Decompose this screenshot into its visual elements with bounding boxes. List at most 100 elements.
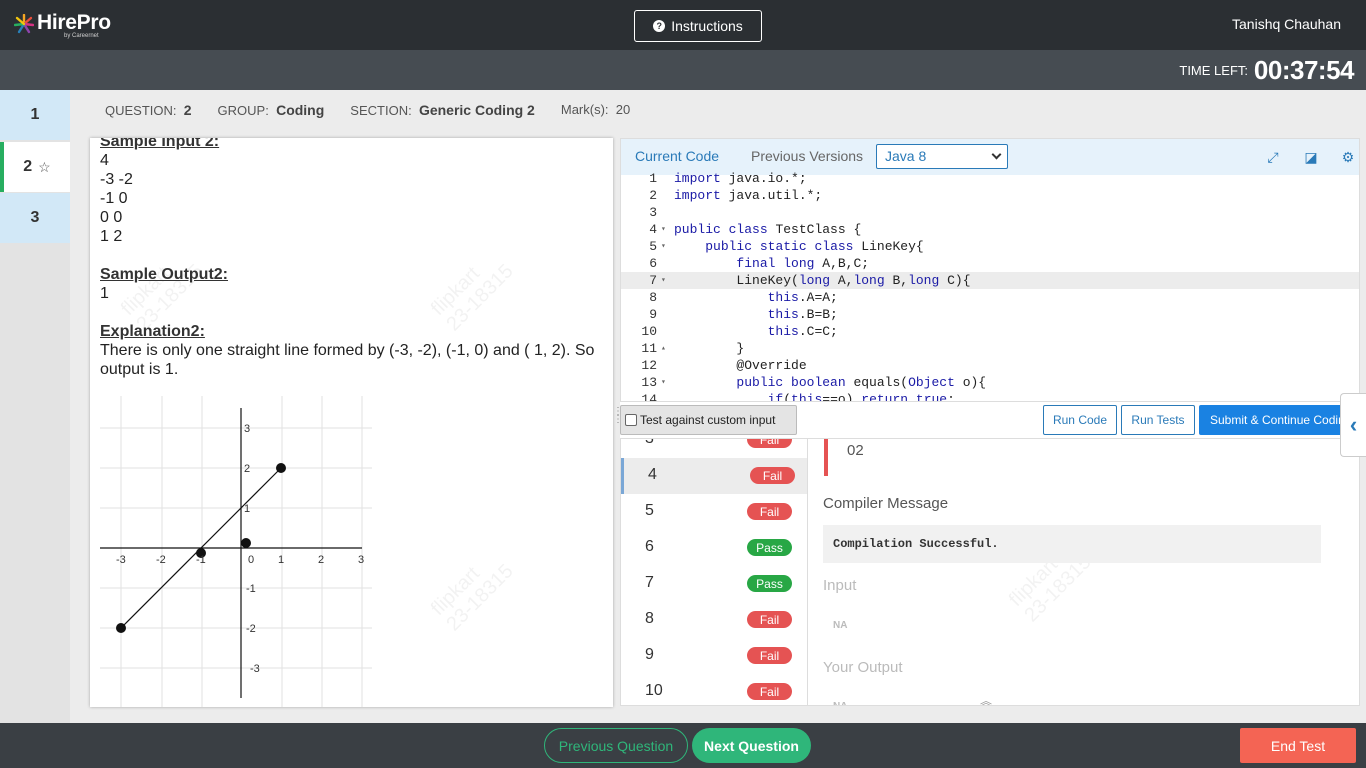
code-line[interactable]: 1 import java.io.*; [621,170,1359,187]
problem-text: Sample Input 2: 4 -3 -2 -1 0 0 0 1 2 Sam… [100,138,605,379]
collapse-panel-tab[interactable]: ‹ [1340,393,1366,457]
code-text: public class TestClass { [674,222,862,237]
test-results-panel: 3 Fail 4 Fail 5 Fail 6 Pass 7 Pass 8 Fail 9 Fail 10 Fai… [620,438,1360,706]
line-number: 2 [649,188,657,203]
tab-previous-versions[interactable]: Previous Versions [751,148,863,164]
fold-icon[interactable]: ▾ [661,374,669,391]
x-tick: -2 [156,554,166,566]
code-line[interactable]: 10 this.C=C; [621,323,1359,340]
code-text: } [674,341,745,356]
code-line[interactable]: 9 this.B=B; [621,306,1359,323]
sample-input-line: -1 0 [100,190,128,207]
x-tick: 0 [248,554,254,566]
point [276,463,286,473]
fold-icon[interactable]: ▴ [661,340,669,357]
watermark-line: 23-18315 [442,560,518,636]
testcase-item[interactable]: 3 Fail [621,439,807,458]
problem-statement-panel[interactable]: flipkart 23-18315 flipkart 23-18315 flip… [90,138,613,707]
code-line[interactable]: 2 import java.util.*; [621,187,1359,204]
testcase-item[interactable]: 8 Fail [621,602,807,638]
previous-question-button[interactable]: Previous Question [544,728,688,763]
end-test-button[interactable]: End Test [1240,728,1356,763]
line-number: 6 [649,256,657,271]
your-output-value: NA [833,701,847,705]
watermark-line: flipkart [426,562,485,620]
y-tick: 3 [244,423,250,435]
language-select[interactable]: Java 8 [876,144,1008,169]
testcase-list[interactable]: 3 Fail 4 Fail 5 Fail 6 Pass 7 Pass 8 Fail 9 Fail 10 Fai… [621,439,808,705]
question-nav: 1 2 ☆ 3 [0,90,70,723]
instructions-label: Instructions [671,18,743,34]
code-line[interactable]: 13 ▾ public boolean equals(Object o){ [621,374,1359,391]
gear-icon[interactable]: ⚙ [1340,149,1356,165]
code-line[interactable]: 5 ▾ public static class LineKey{ [621,238,1359,255]
code-line[interactable]: 7 ▾ LineKey(long A,long B,long C){ [621,272,1359,289]
section-value: Generic Coding 2 [418,102,535,118]
testcase-item[interactable]: 6 Pass [621,530,807,566]
group-value: Coding [276,102,325,118]
submit-continue-button[interactable]: Submit & Continue Coding [1199,405,1360,435]
bottom-bar: Previous Question Next Question End Test [0,723,1366,768]
question-info: QUESTION: 2 GROUP: Coding SECTION: Gener… [105,102,630,118]
run-tests-button[interactable]: Run Tests [1121,405,1195,435]
eraser-icon[interactable]: ◪ [1303,149,1319,165]
question-nav-item-3[interactable]: 3 [0,193,70,243]
code-line[interactable]: 3 [621,204,1359,221]
testcase-number: 5 [645,502,654,519]
testcase-item[interactable]: 10 Fail [621,674,807,705]
line-number: 4 [649,222,657,237]
line-number: 5 [649,239,657,254]
status-badge: Fail [747,647,792,664]
fold-icon[interactable]: ▾ [661,221,669,238]
status-badge: Pass [747,575,792,592]
y-tick: -3 [250,663,260,675]
testcase-number: 4 [648,466,657,483]
y-tick: 2 [244,463,250,475]
status-badge: Fail [750,467,795,484]
code-text: public static class LineKey{ [705,239,924,254]
custom-input-checkbox[interactable] [625,414,637,426]
fold-icon[interactable]: ▾ [661,238,669,255]
custom-input-toggle[interactable]: Test against custom input [620,405,797,435]
testcase-item[interactable]: 9 Fail [621,638,807,674]
testcase-number: 6 [645,538,654,555]
fold-icon[interactable]: ▾ [661,272,669,289]
next-question-button[interactable]: Next Question [692,728,811,763]
sample-output-heading: Sample Output2: [100,266,229,283]
status-badge: Fail [747,503,792,520]
line-number: 7 [649,273,657,288]
testcase-item[interactable]: 5 Fail [621,494,807,530]
status-badge: Fail [747,611,792,628]
testcase-item[interactable]: 4 Fail [621,458,807,494]
star-icon[interactable]: ☆ [38,159,51,176]
resize-handle-icon[interactable]: ⋮ ⋮ [613,407,623,438]
code-line[interactable]: 4 ▾ public class TestClass { [621,221,1359,238]
point [241,538,251,548]
instructions-button[interactable]: ? Instructions [634,10,762,42]
code-line[interactable]: 12 @Override [621,357,1359,374]
chevron-down-icon [991,149,1002,160]
question-nav-item-1[interactable]: 1 [0,90,70,140]
code-area[interactable]: 1 import java.io.*; 2 import java.util.*; 3 4… [621,171,1359,401]
code-text: this.C=C; [767,324,838,339]
time-left-value: 00:37:54 [1253,55,1355,85]
code-line[interactable]: 6 final long A,B,C; [621,255,1359,272]
line-number: 13 [641,375,657,390]
question-nav-item-2[interactable]: 2 ☆ [0,142,70,192]
marks-label: Mark(s): [560,102,609,117]
sample-output-value: 1 [100,285,109,302]
run-code-button[interactable]: Run Code [1043,405,1117,435]
watermark: flipkart 23-18315 [426,545,518,636]
sample-input-line: 1 2 [100,228,123,245]
marks-value: 20 [615,102,631,117]
code-editor-panel: Current Code Previous Versions Java 8 ⤢ … [620,138,1360,402]
detail-value: 02 [847,442,864,459]
tab-current-code[interactable]: Current Code [635,148,719,164]
code-line[interactable]: 14 if(this==o) return true; [621,391,1359,401]
code-line[interactable]: 11 ▴ } [621,340,1359,357]
group-label: GROUP: [217,103,269,118]
expand-icon[interactable]: ⤢ [1265,149,1281,165]
chevron-up-icon[interactable]: ︽ [980,692,992,705]
testcase-item[interactable]: 7 Pass [621,566,807,602]
code-line[interactable]: 8 this.A=A; [621,289,1359,306]
